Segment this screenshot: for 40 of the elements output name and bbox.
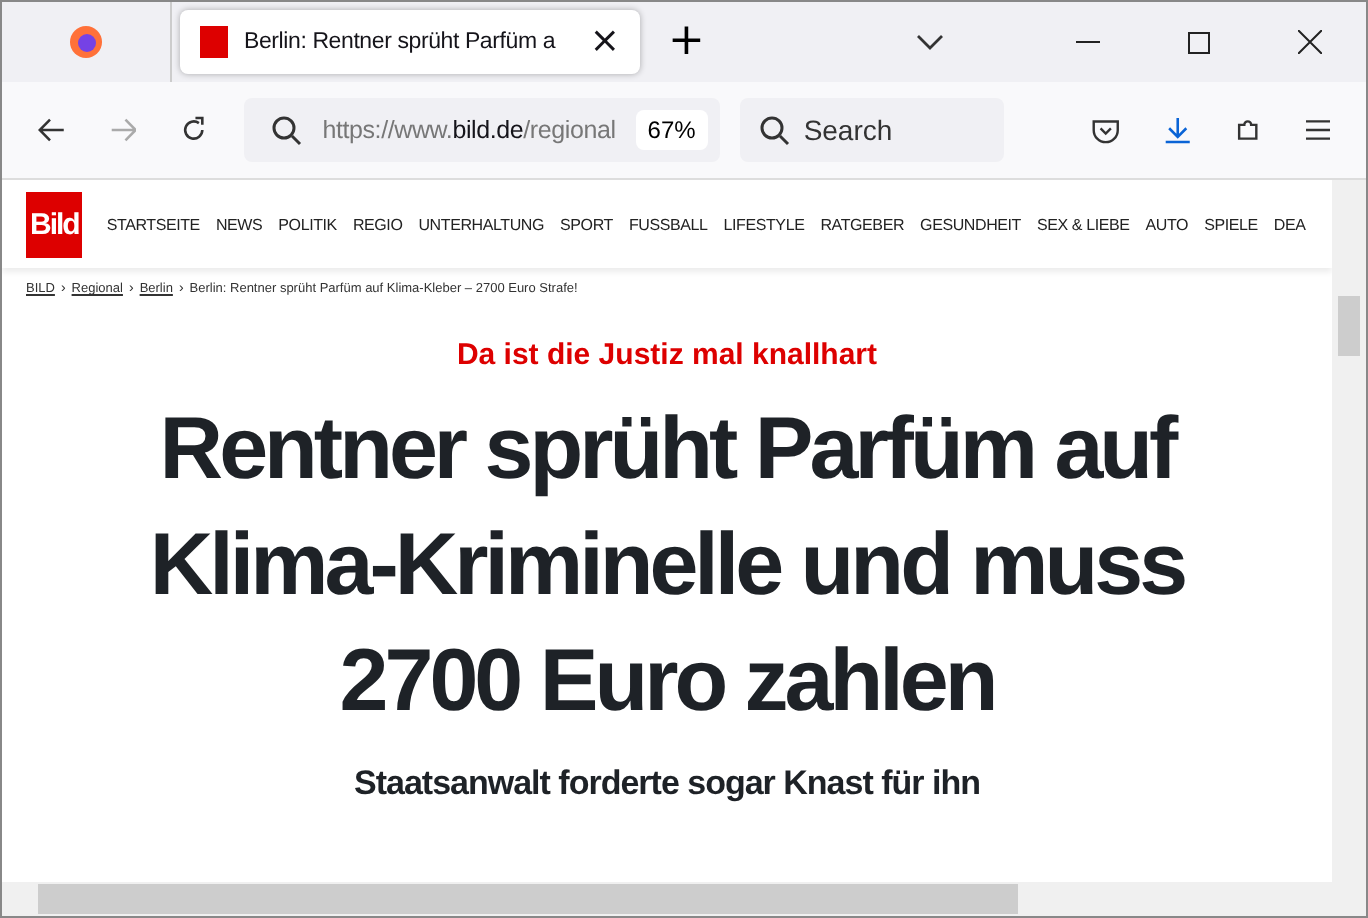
search-field[interactable]: Search <box>739 98 1004 162</box>
back-arrow-icon[interactable] <box>38 116 66 144</box>
nav-link[interactable]: LIFESTYLE <box>723 215 805 233</box>
article-kicker: Da ist die Justiz mal knallhart <box>454 338 880 372</box>
nav-link[interactable]: UNTERHALTUNG <box>418 215 545 233</box>
site-logo[interactable]: Bild <box>26 191 83 257</box>
nav-link[interactable]: POLITIK <box>278 215 337 233</box>
browser-tab[interactable]: Berlin: Rentner sprüht Parfüm a × <box>180 10 640 74</box>
vertical-scrollbar[interactable] <box>1332 180 1366 882</box>
chevron-down-icon[interactable] <box>916 34 944 50</box>
url-text: https://www.bild.de/regional <box>322 116 616 144</box>
nav-link[interactable]: NEWS <box>215 215 263 233</box>
close-tab-button[interactable]: × <box>589 24 620 60</box>
reload-icon[interactable] <box>180 114 209 146</box>
article-headline: Rentner sprüht Parfüm auf Klima-Kriminelle und muss 2700 Euro zahlen <box>147 398 1187 734</box>
download-icon[interactable] <box>1163 114 1191 146</box>
pocket-icon[interactable] <box>1091 115 1120 145</box>
search-icon <box>272 115 303 145</box>
nav-link[interactable]: SEX & LIEBE <box>1037 215 1130 233</box>
article-subheadline: Staatsanwalt forderte sogar Knast für ihn <box>352 764 982 804</box>
menu-icon[interactable] <box>1306 118 1331 142</box>
nav-link[interactable]: GESUNDHEIT <box>920 215 1021 233</box>
new-tab-button[interactable]: + <box>668 20 705 64</box>
browser-logo-icon[interactable] <box>68 24 104 60</box>
nav-link[interactable]: STARTSEITE <box>106 215 200 233</box>
nav-link[interactable]: SPORT <box>560 215 613 233</box>
search-icon <box>759 116 790 146</box>
zoom-level-button[interactable]: 67% <box>635 110 708 150</box>
minimize-icon[interactable] <box>1076 40 1100 44</box>
close-icon[interactable] <box>1298 30 1322 54</box>
nav-link[interactable]: DEA <box>1273 215 1306 233</box>
nav-link[interactable]: REGIO <box>352 215 403 233</box>
horizontal-scrollbar[interactable] <box>2 882 1366 916</box>
nav-link[interactable]: SPIELE <box>1204 215 1258 233</box>
nav-link[interactable]: AUTO <box>1145 215 1189 233</box>
maximize-icon[interactable] <box>1188 31 1210 53</box>
nav-link[interactable]: RATGEBER <box>820 215 905 233</box>
site-favicon-icon <box>200 26 228 58</box>
nav-link[interactable]: FUSSBALL <box>628 215 708 233</box>
address-bar[interactable]: https://www.bild.de/regional 67% <box>244 98 720 162</box>
